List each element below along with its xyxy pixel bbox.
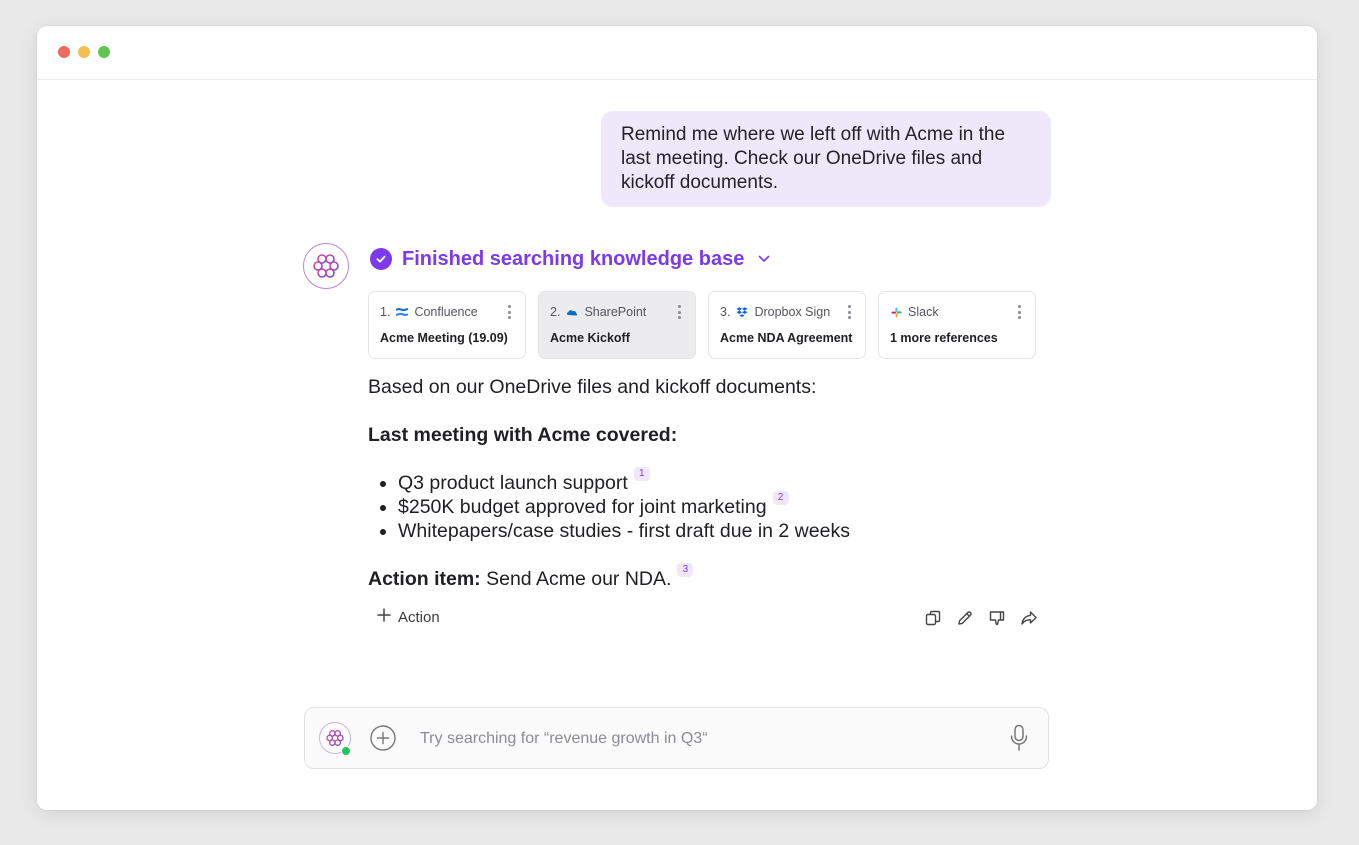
assistant-avatar (303, 243, 349, 289)
answer-bullet-list: Q3 product launch support 1 $250K budget … (368, 467, 1048, 543)
microphone-icon (1010, 724, 1028, 751)
answer-heading: Last meeting with Acme covered: (368, 424, 678, 446)
status-text: Finished searching knowledge base (402, 247, 745, 270)
dropbox-sign-icon (736, 306, 748, 318)
bullet-text: Whitepapers/case studies - first draft d… (398, 520, 850, 542)
search-input[interactable] (418, 724, 982, 754)
action-item-label: Action item: (368, 568, 481, 590)
confluence-icon (396, 306, 409, 318)
more-options-icon[interactable] (507, 305, 511, 319)
more-options-icon[interactable] (1017, 305, 1021, 319)
answer-intro: Based on our OneDrive files and kickoff … (368, 376, 817, 398)
reference-card-confluence[interactable]: 1. Confluence Acme Meeting (19.09) (368, 291, 526, 359)
plus-icon (377, 608, 391, 626)
online-status-dot (341, 746, 351, 756)
reference-card-sharepoint[interactable]: 2. SharePoint Acme Kickoff (538, 291, 696, 359)
thumbs-down-icon[interactable] (987, 608, 1007, 628)
list-item: Whitepapers/case studies - first draft d… (398, 519, 1048, 543)
message-composer (304, 707, 1049, 769)
reference-card-dropbox-sign[interactable]: 3. Dropbox Sign Acme NDA Agreement (708, 291, 866, 359)
reference-source: Confluence (414, 305, 478, 319)
reference-source: SharePoint (584, 305, 647, 319)
edit-pencil-icon[interactable] (955, 608, 975, 628)
close-window-button[interactable] (58, 46, 70, 58)
reference-title: Acme Meeting (19.09) (380, 331, 508, 345)
title-bar (37, 26, 1317, 80)
chevron-down-icon[interactable] (758, 255, 770, 263)
citation-badge[interactable]: 3 (677, 563, 694, 577)
reference-number: 1. (380, 305, 391, 319)
list-item: $250K budget approved for joint marketin… (398, 491, 1048, 519)
reference-source: Slack (908, 305, 939, 319)
reference-card-slack[interactable]: Slack 1 more references (878, 291, 1036, 359)
reference-list: 1. Confluence Acme Meeting (19.09) 2. Sh… (368, 291, 1036, 359)
reference-source: Dropbox Sign (754, 305, 831, 319)
citation-badge[interactable]: 2 (772, 491, 789, 505)
reference-title: 1 more references (890, 331, 998, 345)
slack-icon (890, 306, 902, 318)
citation-badge[interactable]: 1 (633, 467, 650, 481)
more-options-icon[interactable] (847, 305, 851, 319)
reference-number: 3. (720, 305, 731, 319)
plus-circle-icon (370, 725, 396, 751)
user-message-bubble: Remind me where we left off with Acme in… (601, 111, 1051, 207)
action-item-text: Send Acme our NDA. (486, 568, 672, 590)
reference-title: Acme Kickoff (550, 331, 630, 345)
minimize-window-button[interactable] (78, 46, 90, 58)
more-options-icon[interactable] (677, 305, 681, 319)
add-action-label: Action (398, 608, 440, 626)
bullet-text: $250K budget approved for joint marketin… (398, 496, 767, 518)
brain-logo-icon (313, 254, 339, 278)
sharepoint-icon (566, 306, 578, 318)
copy-icon[interactable] (923, 608, 943, 628)
action-item: Action item: Send Acme our NDA. 3 (368, 563, 1048, 591)
app-window: Remind me where we left off with Acme in… (37, 26, 1317, 810)
message-toolbar (923, 608, 1039, 628)
brain-logo-icon (326, 730, 344, 746)
search-status[interactable]: Finished searching knowledge base (370, 246, 770, 272)
reference-title: Acme NDA Agreement (720, 331, 853, 345)
maximize-window-button[interactable] (98, 46, 110, 58)
assistant-answer: Based on our OneDrive files and kickoff … (368, 375, 1048, 591)
share-icon[interactable] (1019, 608, 1039, 628)
check-circle-icon (370, 248, 392, 270)
bullet-text: Q3 product launch support (398, 472, 628, 494)
add-action-button[interactable]: Action (377, 608, 440, 626)
add-attachment-button[interactable] (369, 724, 397, 752)
microphone-button[interactable] (1005, 722, 1033, 754)
reference-number: 2. (550, 305, 561, 319)
list-item: Q3 product launch support 1 (398, 467, 1048, 495)
